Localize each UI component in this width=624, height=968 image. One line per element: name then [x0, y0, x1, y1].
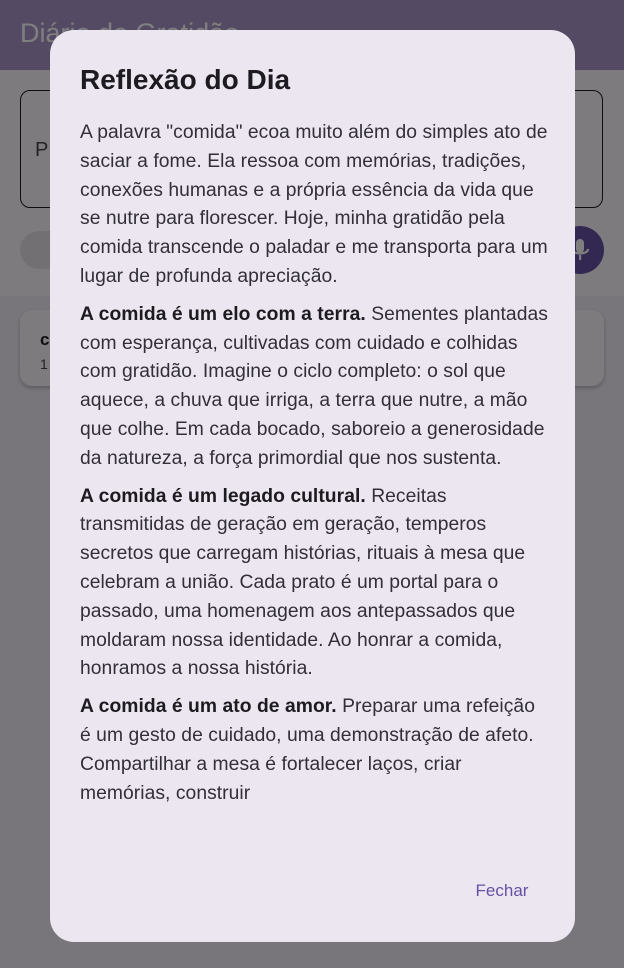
paragraph-lead: A comida é um elo com a terra.	[80, 303, 366, 325]
close-button[interactable]: Fechar	[462, 878, 542, 904]
reflection-paragraph: A palavra "comida" ecoa muito além do si…	[80, 119, 550, 292]
paragraph-lead: A comida é um ato de amor.	[80, 696, 337, 718]
reflection-paragraph: A comida é um elo com a terra. Sementes …	[80, 301, 550, 474]
paragraph-lead: A comida é um legado cultural.	[80, 485, 366, 507]
reflection-paragraph: A comida é um legado cultural. Receitas …	[80, 483, 550, 685]
paragraph-text: Receitas transmitidas de geração em gera…	[80, 485, 526, 680]
reflection-paragraph: A comida é um ato de amor. Preparar uma …	[80, 693, 550, 808]
dialog-content[interactable]: A palavra "comida" ecoa muito além do si…	[80, 119, 550, 841]
paragraph-text: Sementes plantadas com esperança, cultiv…	[80, 303, 548, 469]
dialog-title: Reflexão do Dia	[80, 64, 291, 95]
reflection-dialog: Reflexão do Dia A palavra "comida" ecoa …	[50, 30, 575, 942]
paragraph-text: A palavra "comida" ecoa muito além do si…	[80, 122, 548, 287]
